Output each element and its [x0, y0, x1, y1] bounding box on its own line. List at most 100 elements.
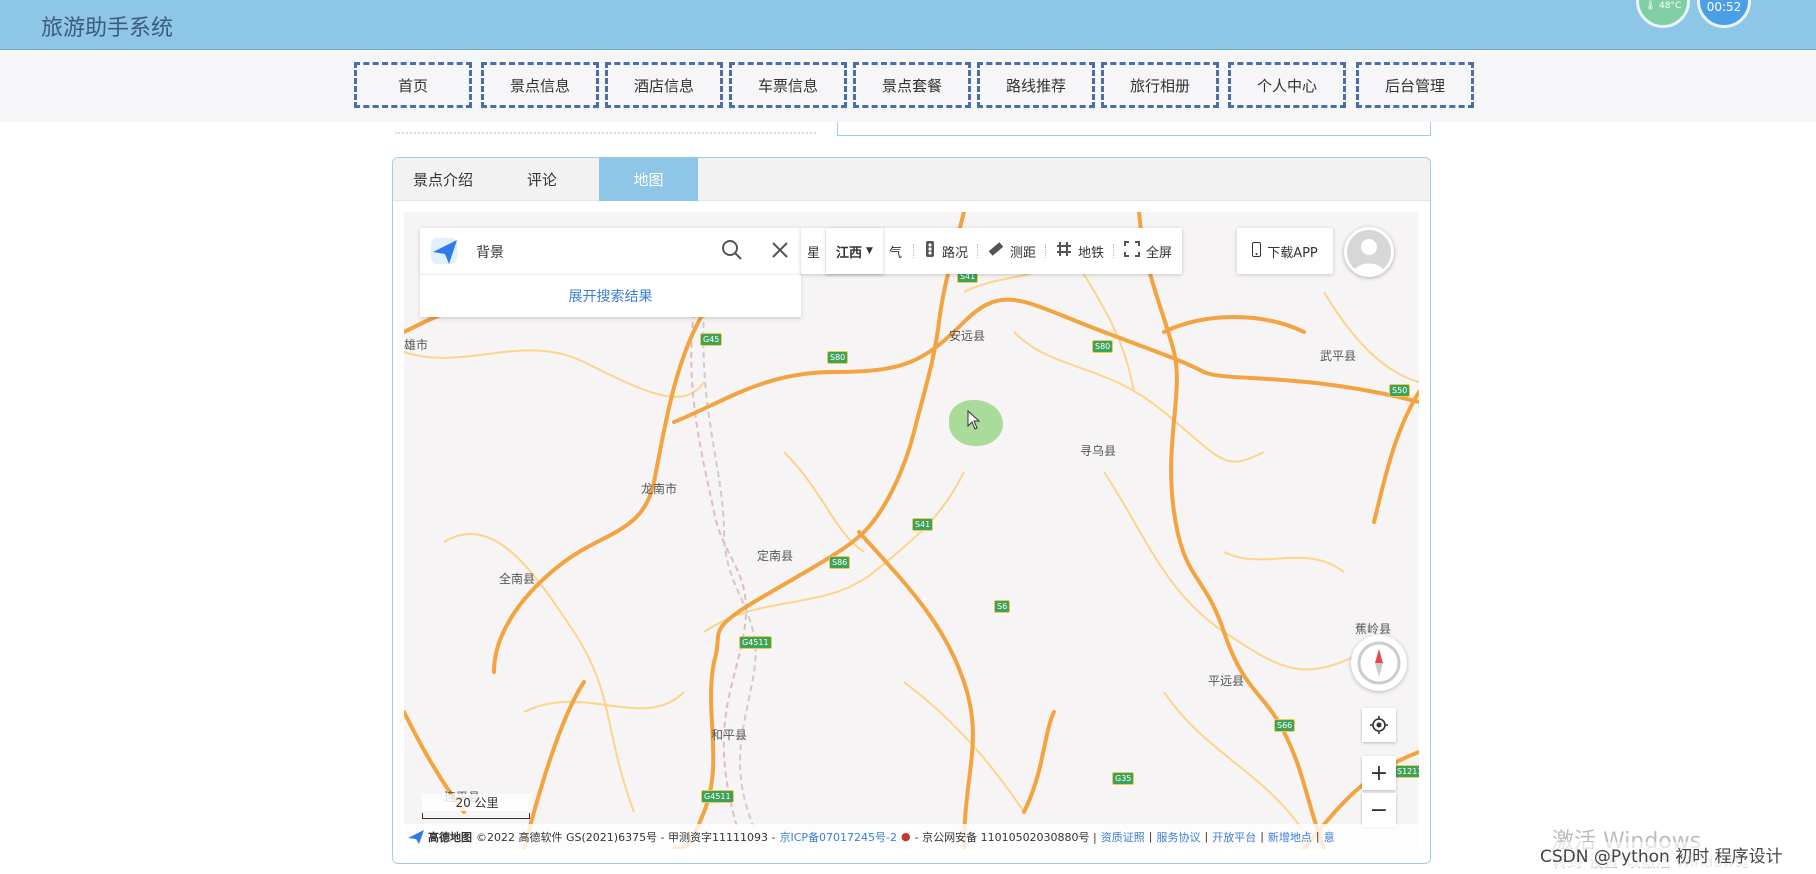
nav-admin[interactable]: 后台管理 [1356, 62, 1474, 108]
minus-icon: − [1369, 797, 1389, 823]
place-label: 定南县 [757, 549, 794, 563]
download-app-button[interactable]: 下载APP [1237, 228, 1333, 274]
close-icon[interactable] [769, 239, 791, 261]
thermometer-icon: 🌡 [1644, 1, 1657, 11]
fullscreen-label: 全屏 [1146, 245, 1173, 261]
compass-control[interactable] [1351, 635, 1407, 691]
fullscreen-icon [1124, 241, 1141, 261]
tool-subway[interactable]: 地铁 [1046, 228, 1115, 274]
city-label: 江西 [836, 245, 863, 261]
highway-shield: G45 [700, 333, 723, 346]
tool-partial-left[interactable]: 星 [801, 228, 826, 274]
csdn-watermark: CSDN @Python 初时 程序设计 [1540, 842, 1783, 867]
amap-logo-icon [431, 238, 457, 264]
zoom-in-button[interactable]: + [1362, 756, 1396, 790]
site-title: 旅游助手系统 [41, 16, 174, 41]
plus-icon: + [1369, 760, 1389, 786]
highway-shield: G4511 [739, 636, 772, 649]
nav-profile[interactable]: 个人中心 [1228, 62, 1346, 108]
place-label: 平远县 [1208, 674, 1245, 688]
search-input[interactable]: 背景 [476, 242, 504, 262]
attrib-qualification-link[interactable]: 资质证照 [1101, 829, 1145, 845]
highway-shield: S50 [1389, 384, 1411, 397]
traffic-light-icon [924, 241, 936, 261]
attrib-add-place-link[interactable]: 新增地点 [1268, 829, 1312, 845]
map-toolbar: 星 江西 ▼ 气 路况 测距 地铁 全屏 [801, 228, 1183, 274]
main-nav: 首页 景点信息 酒店信息 车票信息 景点套餐 路线推荐 旅行相册 个人中心 后台… [0, 50, 1816, 122]
amap-small-logo-icon [408, 829, 424, 844]
ruler-icon [988, 241, 1004, 261]
clock-time: 00:52 [1706, 0, 1742, 14]
tab-bar: 景点介绍 评论 地图 [393, 158, 1430, 201]
nav-album[interactable]: 旅行相册 [1101, 62, 1219, 108]
place-label: 全南县 [499, 572, 536, 586]
highway-shield: S41 [912, 518, 934, 531]
place-label: 和平县 [711, 728, 748, 742]
city-selector[interactable]: 江西 ▼ [826, 228, 883, 274]
locate-button[interactable] [1362, 708, 1396, 742]
map-search-box: 背景 [420, 228, 801, 274]
scale-bar [422, 813, 530, 819]
police-badge-icon: ● [901, 830, 911, 843]
attrib-icp-link[interactable]: 京ICP备07017245号-2 [779, 829, 897, 845]
highway-shield: S66 [1274, 719, 1296, 732]
content-box-left [395, 122, 816, 134]
attrib-police: - 京公网安备 11010502030880号 | [914, 830, 1097, 844]
measure-label: 测距 [1009, 245, 1036, 261]
weather-temp: 48°C [1659, 1, 1682, 11]
place-label: 武平县 [1320, 349, 1357, 363]
phone-icon [1252, 241, 1262, 261]
nav-routes[interactable]: 路线推荐 [977, 62, 1095, 108]
zoom-out-button[interactable]: − [1362, 793, 1396, 827]
place-label: 安远县 [949, 329, 986, 343]
nav-packages[interactable]: 景点套餐 [853, 62, 971, 108]
weather-widget[interactable]: 🌡 48°C [1636, 0, 1690, 28]
highway-shield: S80 [1092, 340, 1114, 353]
attrib-platform-link[interactable]: 开放平台 [1212, 829, 1256, 845]
attrib-service-link[interactable]: 服务协议 [1156, 829, 1200, 845]
highway-shield: S6 [994, 600, 1011, 613]
map-attribution: 高德地图 ©2022 高德软件 GS(2021)6375号 - 甲测资字1111… [404, 824, 1419, 849]
highway-shield: S86 [829, 556, 851, 569]
map-scale: 20 公里 [422, 794, 532, 820]
scale-label: 20 公里 [422, 794, 532, 811]
tab-comments[interactable]: 评论 [493, 158, 591, 201]
place-label: 龙南市 [641, 482, 678, 496]
attrib-brand: 高德地图 [428, 830, 472, 844]
traffic-label: 路况 [941, 245, 968, 261]
tool-measure[interactable]: 测距 [978, 228, 1047, 274]
highway-shield: S1211 [1394, 765, 1419, 778]
compass-icon [1357, 641, 1401, 685]
highway-shield: G35 [1112, 772, 1135, 785]
attrib-more-link[interactable]: 意 [1324, 829, 1335, 845]
download-label: 下载APP [1267, 245, 1318, 261]
cursor-icon [967, 410, 981, 430]
tool-weather[interactable]: 气 [883, 228, 914, 274]
tab-intro[interactable]: 景点介绍 [393, 158, 493, 201]
highway-shield: G4511 [701, 790, 734, 803]
map-view[interactable]: 安远县 武平县 寻乌县 龙南市 定南县 全南县 平远县 蕉岭县 和平县 连平县 … [404, 212, 1419, 849]
top-header: 旅游助手系统 🌡 48°C 00:52 [0, 0, 1816, 50]
subway-label: 地铁 [1078, 245, 1105, 261]
content-box-right [837, 122, 1431, 136]
search-icon[interactable] [721, 239, 743, 261]
nav-hotels[interactable]: 酒店信息 [605, 62, 723, 108]
caret-down-icon: ▼ [866, 246, 873, 256]
tool-traffic[interactable]: 路况 [914, 228, 978, 274]
avatar-icon [1347, 230, 1391, 274]
nav-home[interactable]: 首页 [354, 62, 472, 108]
locate-icon [1370, 716, 1388, 734]
nav-attractions[interactable]: 景点信息 [481, 62, 599, 108]
user-avatar[interactable] [1344, 227, 1394, 277]
expand-search-results[interactable]: 展开搜索结果 [420, 274, 801, 317]
place-label: 寻乌县 [1080, 444, 1117, 458]
subway-icon [1056, 241, 1072, 261]
place-label: 雄市 [404, 338, 429, 352]
attrib-copyright: ©2022 高德软件 GS(2021)6375号 - 甲测资字11111093 … [476, 830, 776, 844]
attraction-panel: 景点介绍 评论 地图 安远县 武平县 寻乌县 龙南市 定南县 全南县 平远县 蕉… [392, 157, 1431, 864]
highway-shield: S80 [827, 351, 849, 364]
nav-tickets[interactable]: 车票信息 [729, 62, 847, 108]
tab-map[interactable]: 地图 [599, 158, 698, 201]
tool-fullscreen[interactable]: 全屏 [1114, 228, 1182, 274]
clock-widget: 00:52 [1697, 0, 1751, 28]
